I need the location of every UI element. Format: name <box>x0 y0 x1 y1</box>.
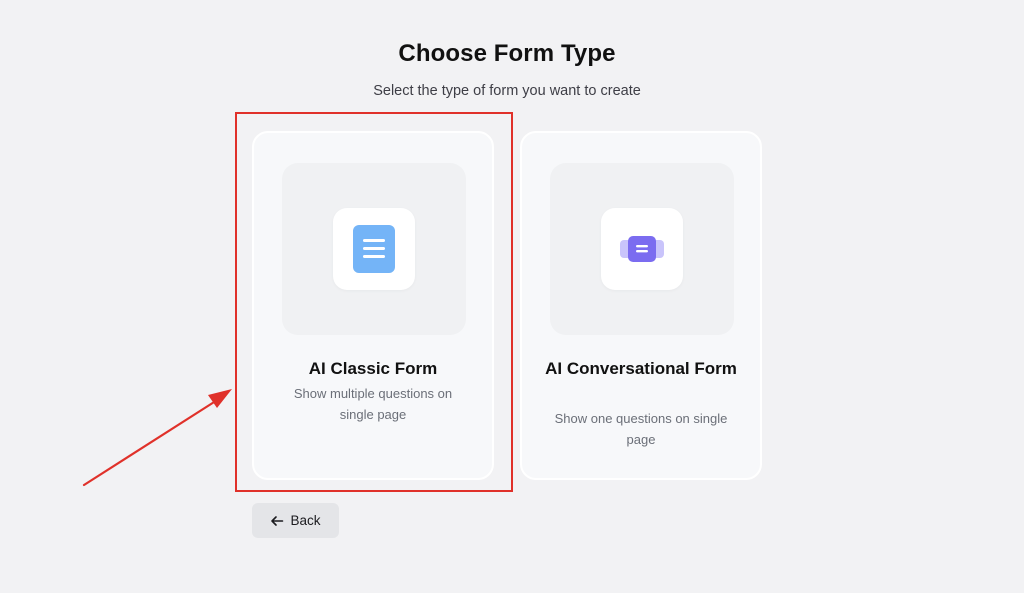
conversational-form-icon-box <box>601 208 683 290</box>
classic-form-icon-tile <box>282 163 466 335</box>
classic-form-title: AI Classic Form <box>308 359 438 378</box>
back-button[interactable]: Back <box>252 503 339 538</box>
document-lines-icon <box>353 225 395 273</box>
classic-form-card[interactable]: AI Classic Form Show multiple questions … <box>252 131 494 480</box>
chat-card-icon <box>620 236 664 262</box>
classic-form-description: Show multiple questions on single page <box>293 386 453 422</box>
form-type-page: Choose Form Type Select the type of form… <box>0 0 1024 593</box>
conversational-form-description: Show one questions on single page <box>554 411 728 447</box>
back-button-label: Back <box>290 513 321 528</box>
conversational-form-card[interactable]: AI Conversational Form Show one question… <box>520 131 762 480</box>
conversational-form-icon-tile <box>550 163 734 335</box>
classic-form-icon-box <box>333 208 415 290</box>
conversational-form-title: AI Conversational Form <box>545 359 737 378</box>
page-subtitle: Select the type of form you want to crea… <box>373 83 641 99</box>
arrow-left-icon <box>271 515 284 526</box>
page-title: Choose Form Type <box>398 40 616 67</box>
